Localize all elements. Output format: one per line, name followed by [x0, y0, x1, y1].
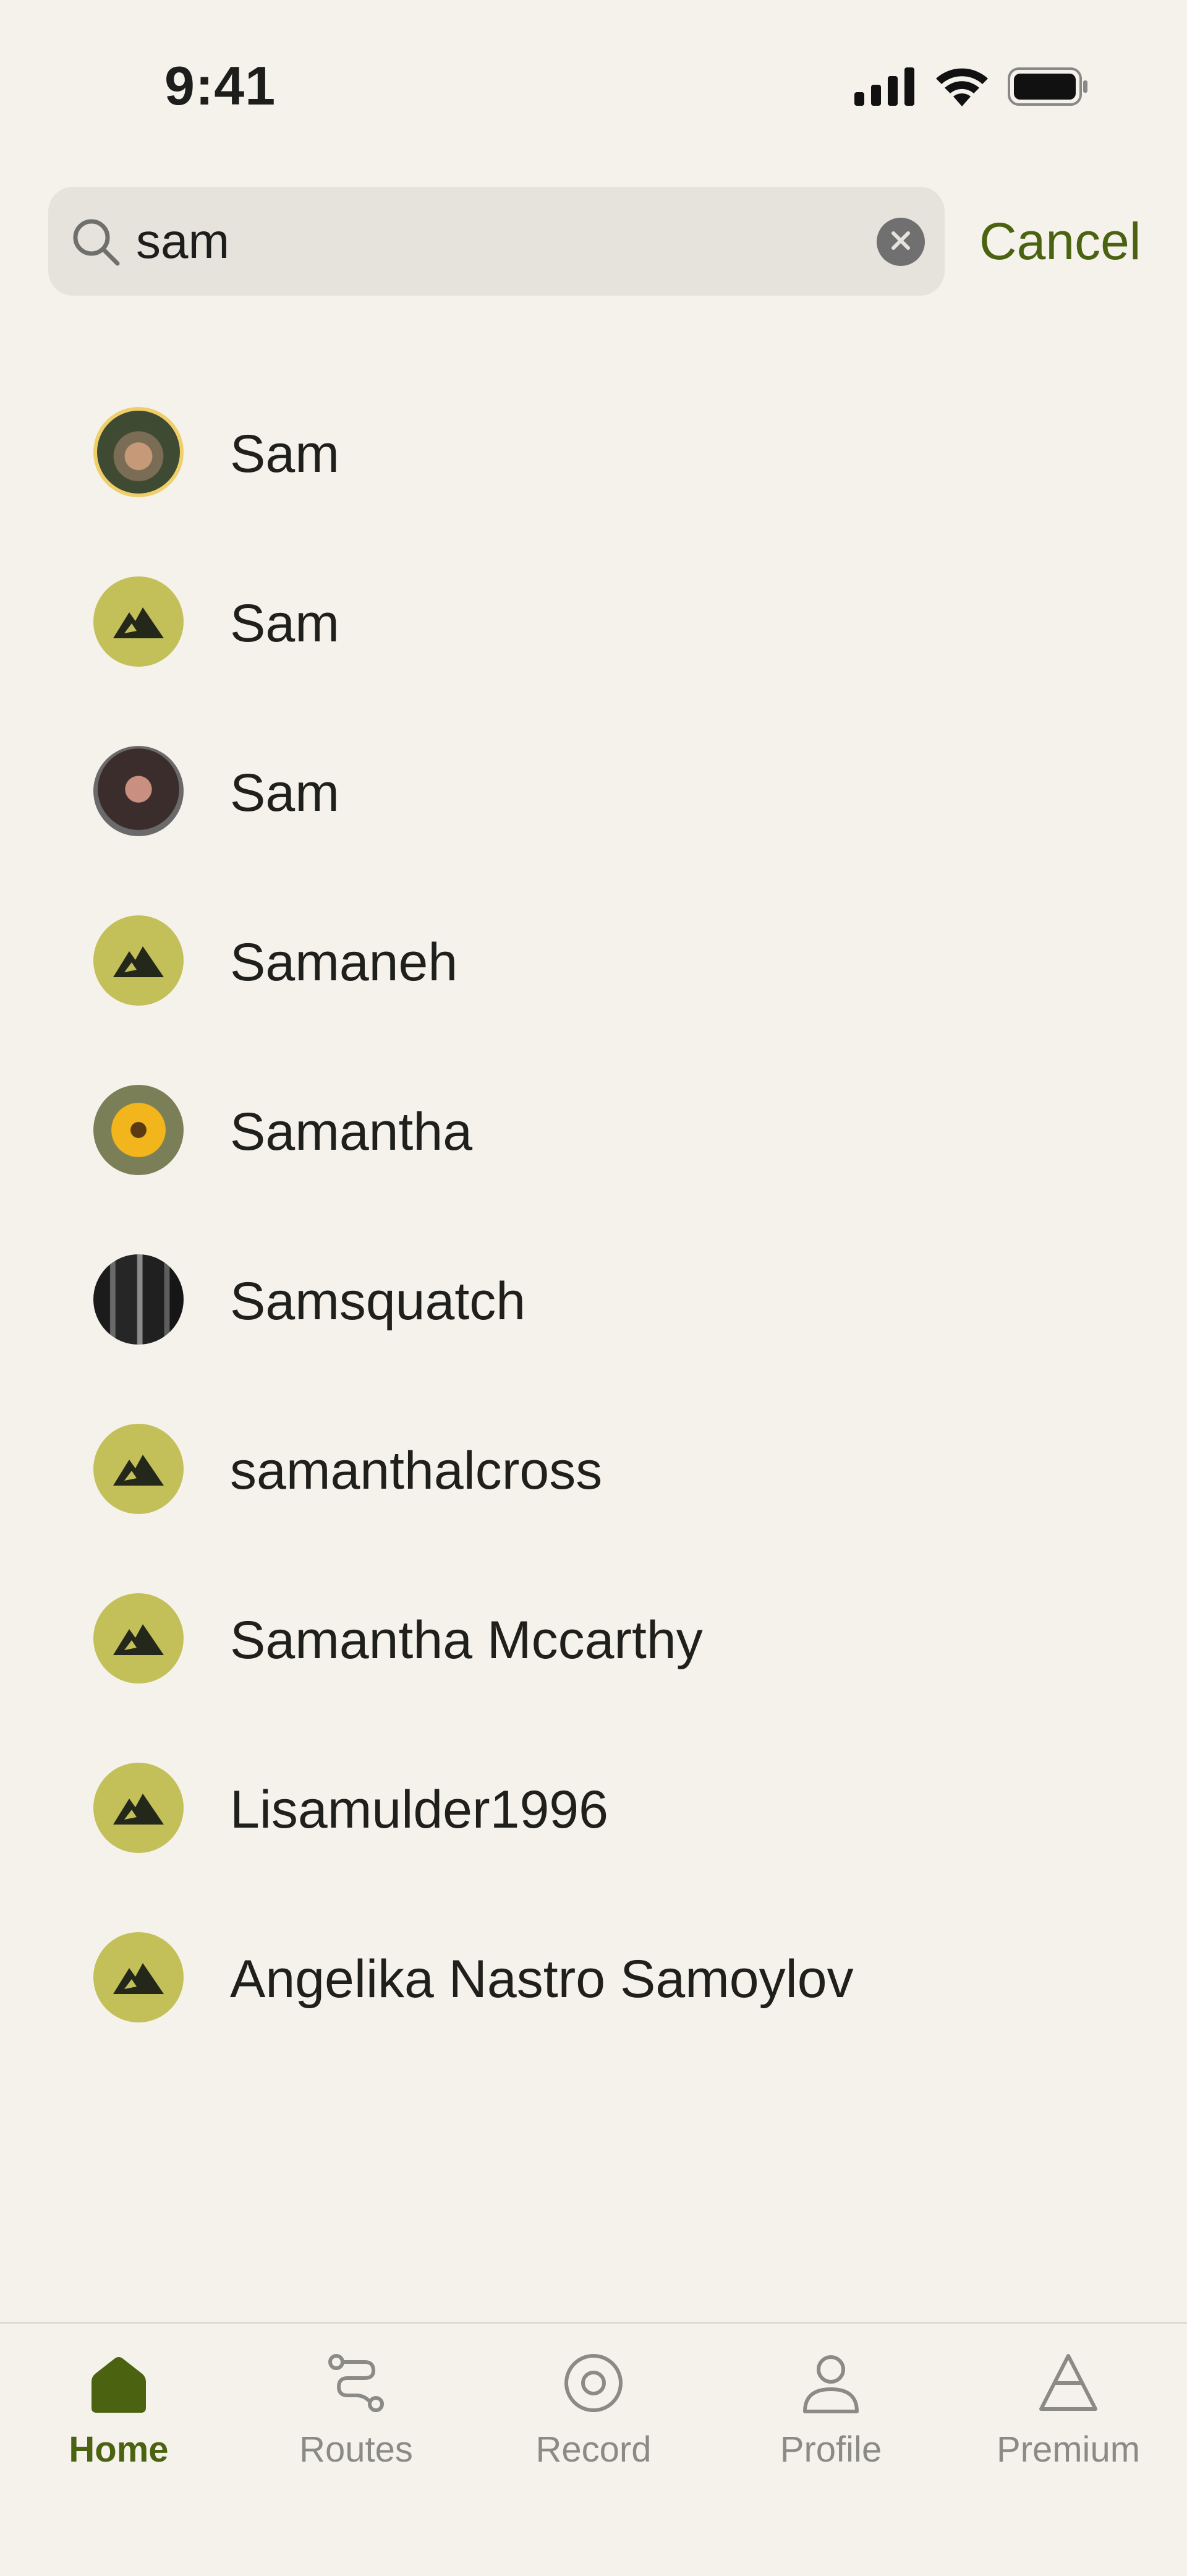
list-item[interactable]: Sam: [0, 537, 1187, 706]
user-name: Sam: [230, 763, 339, 823]
list-item[interactable]: Lisamulder1996: [0, 1723, 1187, 1893]
battery-icon: [1008, 67, 1088, 109]
tab-routes[interactable]: Routes: [237, 2324, 475, 2484]
status-time: 9:41: [164, 55, 276, 116]
user-name: Lisamulder1996: [230, 1780, 608, 1839]
search-icon: [70, 216, 121, 267]
tab-label: Home: [69, 2429, 169, 2470]
search-results-list: Sam Sam Sam Samaneh Samantha Samsquatch …: [0, 367, 1187, 2062]
mountain-logo-icon: [111, 1615, 166, 1662]
list-item[interactable]: Sam: [0, 706, 1187, 876]
premium-icon: [1031, 2346, 1105, 2420]
user-name: Samantha Mccarthy: [230, 1611, 703, 1670]
avatar: [93, 1085, 184, 1175]
status-icons: [854, 67, 1088, 109]
tab-profile[interactable]: Profile: [712, 2324, 950, 2484]
mountain-logo-icon: [111, 599, 166, 645]
list-item[interactable]: Angelika Nastro Samoylov: [0, 1893, 1187, 2062]
search-input[interactable]: [136, 210, 847, 272]
tab-record[interactable]: Record: [475, 2324, 712, 2484]
mountain-logo-icon: [111, 1446, 166, 1492]
list-item[interactable]: Samaneh: [0, 876, 1187, 1045]
bottom-tab-bar: Home Routes Record Profile Premium: [0, 2322, 1187, 2576]
record-icon: [556, 2346, 631, 2420]
mountain-logo-icon: [111, 938, 166, 984]
user-name: Angelika Nastro Samoylov: [230, 1949, 854, 2009]
wifi-icon: [935, 67, 989, 109]
list-item[interactable]: Samsquatch: [0, 1215, 1187, 1384]
user-name: Samantha: [230, 1102, 473, 1162]
avatar: [93, 1932, 184, 2022]
cancel-button[interactable]: Cancel: [979, 204, 1141, 278]
list-item[interactable]: Sam: [0, 367, 1187, 537]
avatar: [93, 1424, 184, 1514]
profile-icon: [794, 2346, 868, 2420]
avatar: [93, 1593, 184, 1684]
search-row: Cancel: [48, 187, 1141, 296]
tab-premium[interactable]: Premium: [950, 2324, 1187, 2484]
clear-search-button[interactable]: [877, 218, 925, 266]
tab-label: Premium: [996, 2429, 1141, 2470]
user-name: Sam: [230, 594, 339, 653]
close-icon: [888, 228, 913, 256]
avatar: [93, 576, 184, 667]
avatar: [93, 915, 184, 1006]
tab-home[interactable]: Home: [0, 2324, 237, 2484]
search-box[interactable]: [48, 187, 945, 296]
tab-label: Profile: [780, 2429, 882, 2470]
user-name: Samaneh: [230, 933, 458, 992]
mountain-logo-icon: [111, 1954, 166, 2001]
home-icon: [82, 2346, 156, 2420]
list-item[interactable]: samanthalcross: [0, 1384, 1187, 1554]
tab-label: Routes: [299, 2429, 413, 2470]
mountain-logo-icon: [111, 1785, 166, 1831]
user-name: samanthalcross: [230, 1441, 603, 1500]
routes-icon: [319, 2346, 393, 2420]
avatar: [93, 1763, 184, 1853]
avatar: [93, 746, 184, 836]
status-bar: 9:41: [0, 0, 1187, 167]
avatar: [93, 1254, 184, 1345]
user-name: Sam: [230, 424, 339, 484]
list-item[interactable]: Samantha Mccarthy: [0, 1554, 1187, 1723]
avatar: [93, 407, 184, 497]
cellular-signal-icon: [854, 67, 916, 109]
list-item[interactable]: Samantha: [0, 1045, 1187, 1215]
tab-label: Record: [535, 2429, 652, 2470]
user-name: Samsquatch: [230, 1272, 526, 1331]
